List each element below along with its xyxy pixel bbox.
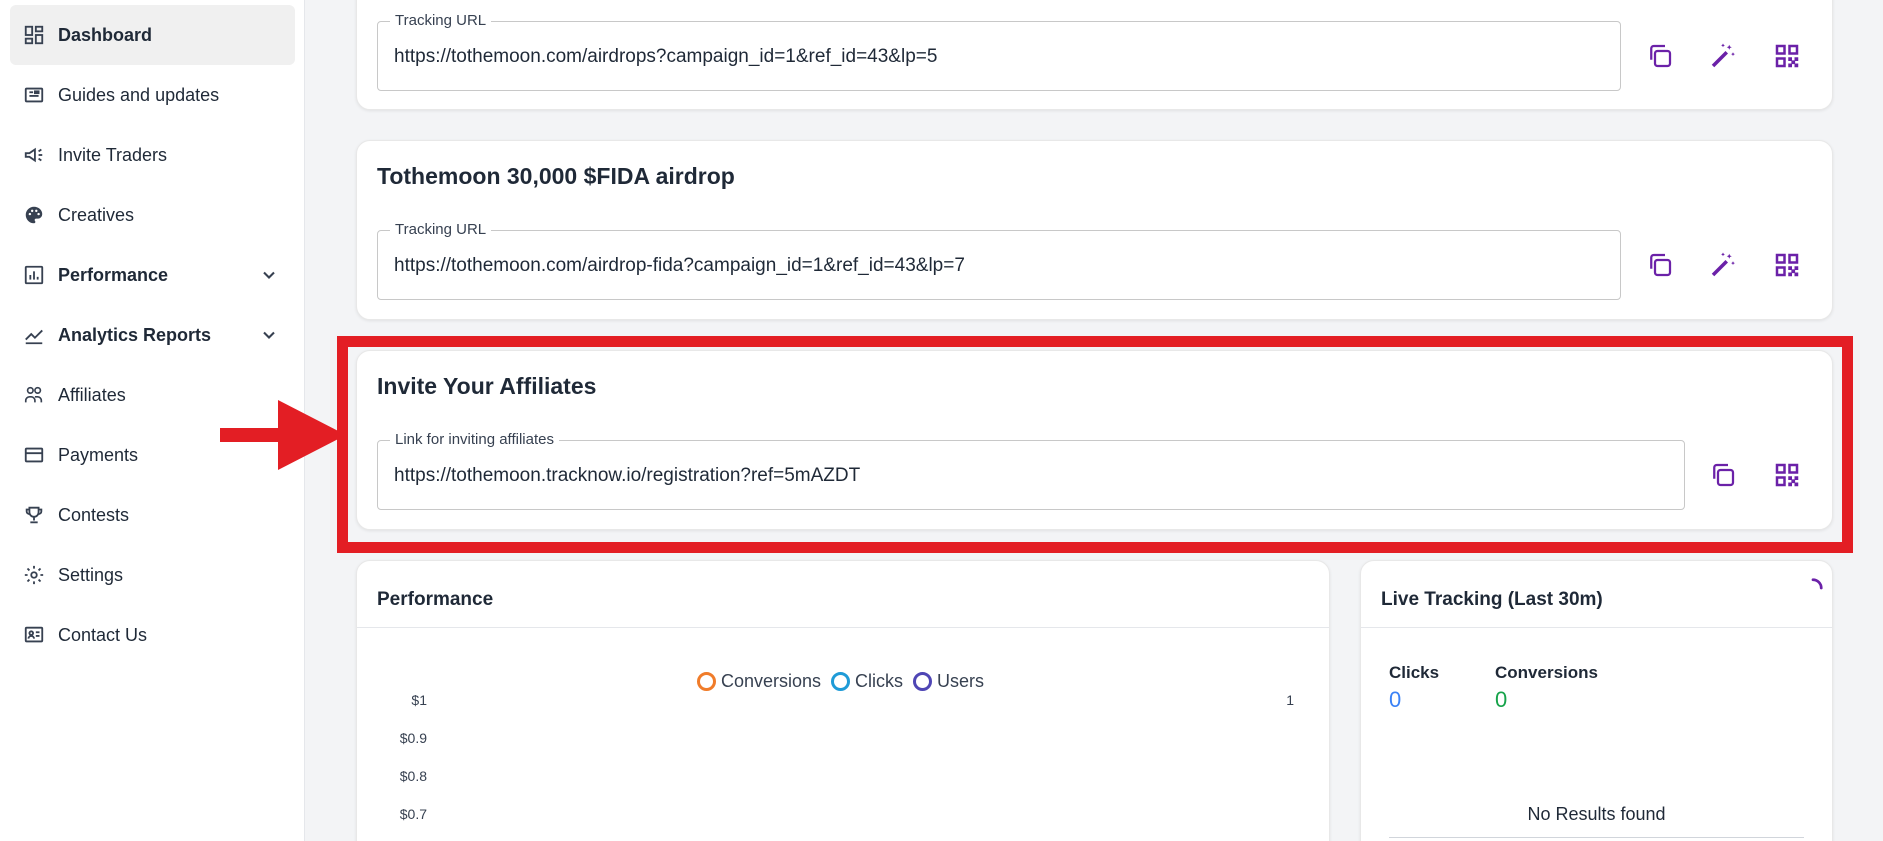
tracking-url-value[interactable]: https://tothemoon.com/airdrops?campaign_… bbox=[394, 46, 937, 68]
legend-item-conversions[interactable]: Conversions bbox=[697, 671, 821, 692]
newspaper-icon bbox=[22, 83, 46, 107]
arrow-icon bbox=[220, 400, 346, 470]
people-icon bbox=[22, 383, 46, 407]
sidebar-item-analytics-reports[interactable]: Analytics Reports bbox=[10, 305, 295, 365]
qr-code-icon[interactable] bbox=[1769, 247, 1805, 283]
dashboard-icon bbox=[22, 23, 46, 47]
field-label: Tracking URL bbox=[390, 12, 492, 29]
megaphone-icon bbox=[22, 143, 46, 167]
trophy-icon bbox=[22, 503, 46, 527]
chart-legend: Conversions Clicks Users bbox=[697, 671, 984, 692]
legend-label: Clicks bbox=[855, 671, 904, 691]
sidebar-item-guides[interactable]: Guides and updates bbox=[10, 65, 295, 125]
sidebar-item-contact-us[interactable]: Contact Us bbox=[10, 605, 295, 665]
performance-title: Performance bbox=[377, 589, 494, 610]
sidebar-item-performance[interactable]: Performance bbox=[10, 245, 295, 305]
legend-label: Users bbox=[937, 671, 985, 691]
line-chart-icon bbox=[22, 323, 46, 347]
contact-card-icon bbox=[22, 623, 46, 647]
campaign-card: Tothemoon 30,000 $FIDA airdrop Tracking … bbox=[356, 140, 1833, 320]
divider bbox=[1361, 627, 1832, 628]
qr-code-icon[interactable] bbox=[1769, 38, 1805, 74]
sidebar-item-label: Guides and updates bbox=[58, 84, 220, 105]
tracking-url-value[interactable]: https://tothemoon.com/airdrop-fida?campa… bbox=[394, 255, 965, 277]
sidebar-item-label: Payments bbox=[58, 444, 139, 465]
highlight-box bbox=[337, 336, 1853, 553]
magic-wand-icon[interactable] bbox=[1705, 38, 1741, 74]
legend-marker bbox=[831, 672, 851, 691]
y-tick-label: $0.7 bbox=[399, 806, 427, 822]
legend-marker bbox=[913, 672, 933, 691]
sidebar-item-settings[interactable]: Settings bbox=[10, 545, 295, 605]
sidebar-item-label: Contact Us bbox=[58, 624, 148, 645]
chevron-down-icon[interactable] bbox=[259, 265, 279, 285]
sidebar-item-label: Analytics Reports bbox=[58, 324, 212, 345]
sidebar-item-label: Settings bbox=[58, 564, 124, 585]
performance-card: Performance Conversions Clicks Users $1 … bbox=[356, 560, 1330, 841]
live-tracking-card: Live Tracking (Last 30m) Clicks 0 Conver… bbox=[1360, 560, 1833, 841]
bar-chart-icon bbox=[22, 263, 46, 287]
sidebar-item-label: Creatives bbox=[58, 204, 135, 225]
tracking-url-field[interactable]: Tracking URL https://tothemoon.com/airdr… bbox=[377, 221, 1621, 300]
sidebar-item-label: Dashboard bbox=[58, 24, 153, 45]
sidebar-item-contests[interactable]: Contests bbox=[10, 485, 295, 545]
campaign-card: Tracking URL https://tothemoon.com/airdr… bbox=[356, 0, 1833, 110]
y-tick-label: $1 bbox=[411, 692, 427, 708]
live-tracking-title: Live Tracking (Last 30m) bbox=[1381, 589, 1603, 610]
campaign-title: Tothemoon 30,000 $FIDA airdrop bbox=[377, 163, 735, 189]
sidebar-item-creatives[interactable]: Creatives bbox=[10, 185, 295, 245]
chevron-down-icon[interactable] bbox=[259, 325, 279, 345]
y2-tick-label: 1 bbox=[1286, 692, 1294, 708]
palette-icon bbox=[22, 203, 46, 227]
legend-marker bbox=[697, 672, 716, 691]
tracking-url-field[interactable]: Tracking URL https://tothemoon.com/airdr… bbox=[377, 12, 1621, 91]
clicks-value: 0 bbox=[1389, 687, 1402, 712]
divider bbox=[1389, 837, 1804, 838]
sidebar-item-dashboard[interactable]: Dashboard bbox=[10, 5, 295, 65]
gear-icon bbox=[22, 563, 46, 587]
clicks-label: Clicks bbox=[1389, 663, 1440, 682]
divider bbox=[357, 627, 1329, 628]
conversions-label: Conversions bbox=[1495, 663, 1598, 682]
sidebar-item-invite-traders[interactable]: Invite Traders bbox=[10, 125, 295, 185]
legend-item-clicks[interactable]: Clicks bbox=[831, 671, 903, 692]
legend-item-users[interactable]: Users bbox=[913, 671, 984, 692]
y-tick-label: $0.8 bbox=[399, 768, 427, 784]
copy-icon[interactable] bbox=[1642, 247, 1678, 283]
sidebar-item-label: Invite Traders bbox=[58, 144, 168, 165]
sidebar-item-label: Contests bbox=[58, 504, 130, 525]
empty-state-text: No Results found bbox=[1527, 804, 1666, 824]
loading-spinner-icon bbox=[1811, 578, 1823, 590]
credit-card-icon bbox=[22, 443, 46, 467]
copy-icon[interactable] bbox=[1642, 38, 1678, 74]
field-label: Tracking URL bbox=[390, 221, 492, 238]
conversions-value: 0 bbox=[1495, 687, 1508, 712]
sidebar-item-label: Affiliates bbox=[58, 384, 126, 405]
sidebar-item-label: Performance bbox=[58, 264, 169, 285]
magic-wand-icon[interactable] bbox=[1705, 247, 1741, 283]
legend-label: Conversions bbox=[721, 671, 822, 691]
y-tick-label: $0.9 bbox=[399, 730, 427, 746]
